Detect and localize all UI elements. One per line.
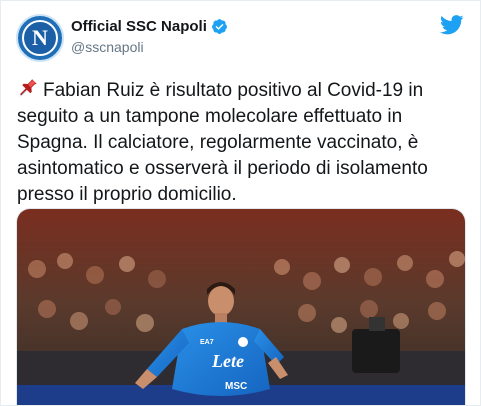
- jersey-brand: MSC: [225, 381, 247, 392]
- tweet-text: Fabian Ruiz è risultato positivo al Covi…: [17, 80, 428, 205]
- jersey-sponsor: Lete: [211, 351, 244, 371]
- kit-maker: EA7: [200, 339, 214, 346]
- author-name-row: Official SSC Napoli: [71, 18, 228, 35]
- tweet-text-block: Fabian Ruiz è risultato positivo al Covi…: [17, 77, 469, 208]
- tv-camera: [352, 329, 400, 373]
- football-player-photo: Lete MSC EA7: [17, 209, 465, 405]
- avatar[interactable]: N: [16, 14, 64, 62]
- avatar-letter: N: [32, 25, 48, 50]
- napoli-logo-icon: N: [22, 20, 58, 56]
- tweet-media-photo[interactable]: Lete MSC EA7: [16, 208, 466, 405]
- author-handle[interactable]: @sscnapoli: [71, 39, 144, 55]
- club-crest-icon: [238, 337, 248, 347]
- author-display-name[interactable]: Official SSC Napoli: [71, 18, 207, 35]
- twitter-bird-icon[interactable]: [440, 15, 464, 35]
- verified-badge-icon: [211, 19, 227, 34]
- tweet-card[interactable]: N Official SSC Napoli @sscnapoli Fabian …: [0, 0, 481, 406]
- pushpin-icon: [19, 79, 37, 97]
